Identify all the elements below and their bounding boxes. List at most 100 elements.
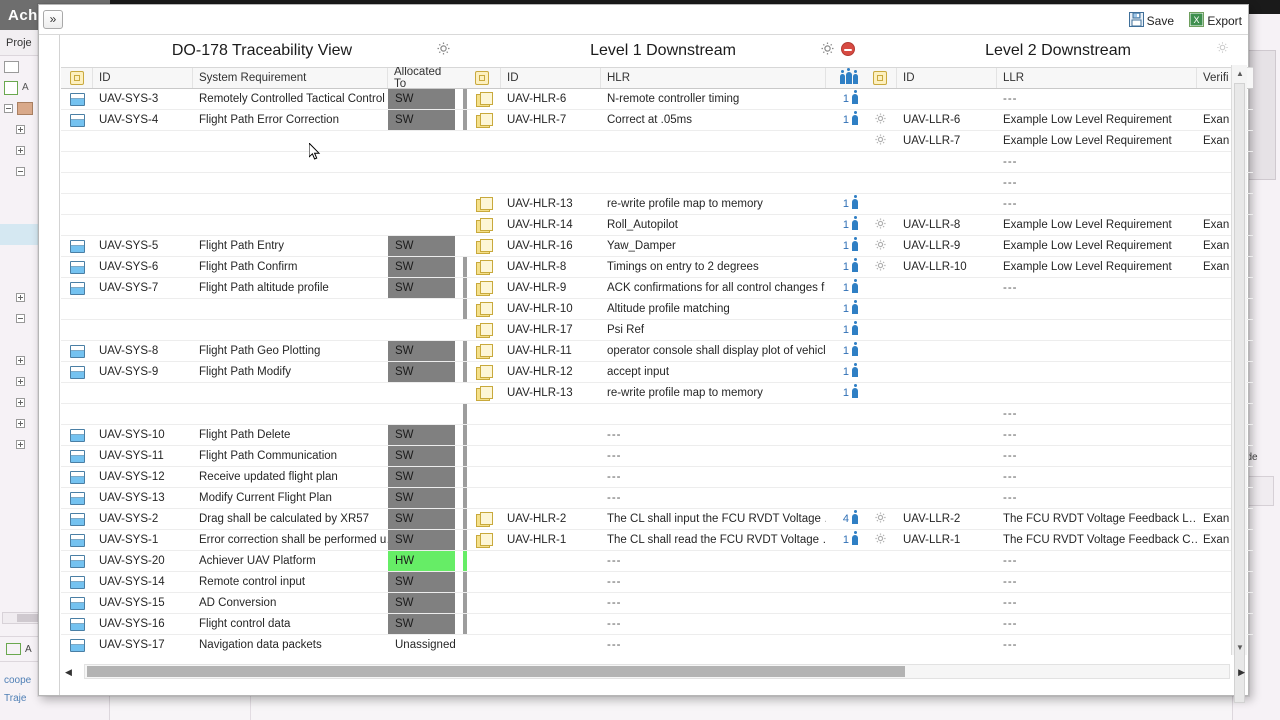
table-row[interactable]: --- <box>863 173 1253 194</box>
table-row[interactable]: UAV-HLR-11operator console shall display… <box>463 341 863 362</box>
remove-column-icon[interactable] <box>841 42 855 56</box>
table-row[interactable] <box>463 152 863 173</box>
export-button[interactable]: X Export <box>1189 11 1242 30</box>
table-row[interactable]: UAV-HLR-8Timings on entry to 2 degrees1 <box>463 257 863 278</box>
table-row[interactable]: UAV-SYS-9Flight Path ModifySW <box>61 362 463 383</box>
table-row[interactable] <box>863 383 1253 404</box>
table-row[interactable]: --- <box>863 89 1253 110</box>
table-row[interactable]: UAV-HLR-13re-write profile map to memory… <box>463 194 863 215</box>
table-row[interactable] <box>863 362 1253 383</box>
horizontal-scrollbar[interactable] <box>84 664 1230 679</box>
gear-icon[interactable] <box>1216 41 1231 56</box>
panel2-header-id[interactable]: ID <box>501 68 601 88</box>
table-row[interactable]: UAV-SYS-1Error correction shall be perfo… <box>61 530 463 551</box>
scroll-up-arrow-icon[interactable]: ▲ <box>1232 65 1248 81</box>
vertical-scrollbar-thumb[interactable] <box>1234 83 1245 703</box>
table-row[interactable]: UAV-SYS-12Receive updated flight planSW <box>61 467 463 488</box>
table-row[interactable]: UAV-LLR-2The FCU RVDT Voltage Feedback L… <box>863 509 1253 530</box>
expand-toggle-icon[interactable] <box>16 398 25 407</box>
table-row[interactable]: --- <box>463 551 863 572</box>
table-row[interactable]: UAV-HLR-12accept input1 <box>463 362 863 383</box>
table-row[interactable]: UAV-SYS-13Modify Current Flight PlanSW <box>61 488 463 509</box>
panel1-header-id[interactable]: ID <box>93 68 193 88</box>
collapse-panel-button[interactable]: » <box>43 10 63 29</box>
table-row[interactable]: UAV-HLR-16Yaw_Damper1 <box>463 236 863 257</box>
table-row[interactable]: --- <box>863 152 1253 173</box>
table-row[interactable] <box>61 194 463 215</box>
table-row[interactable]: UAV-SYS-10Flight Path DeleteSW <box>61 425 463 446</box>
table-row[interactable]: UAV-SYS-7Flight Path altitude profileSW <box>61 278 463 299</box>
table-row[interactable]: UAV-LLR-9Example Low Level RequirementEx… <box>863 236 1253 257</box>
expand-toggle-icon[interactable] <box>16 440 25 449</box>
table-row[interactable]: --- <box>463 425 863 446</box>
vertical-scrollbar[interactable]: ▲ ▼ <box>1231 65 1247 655</box>
expand-toggle-icon[interactable] <box>16 146 25 155</box>
bg-link-item[interactable]: coope <box>4 672 31 690</box>
table-row[interactable] <box>61 131 463 152</box>
table-row[interactable]: UAV-SYS-11Flight Path CommunicationSW <box>61 446 463 467</box>
table-row[interactable]: --- <box>863 488 1253 509</box>
table-row[interactable]: UAV-SYS-3Remotely Controlled Tactical Co… <box>61 89 463 110</box>
scroll-right-arrow-icon[interactable]: ▶ <box>1238 667 1245 678</box>
table-row[interactable]: UAV-LLR-8Example Low Level RequirementEx… <box>863 215 1253 236</box>
table-row[interactable]: UAV-SYS-5Flight Path EntrySW <box>61 236 463 257</box>
table-row[interactable]: --- <box>863 404 1253 425</box>
table-row[interactable]: --- <box>463 614 863 635</box>
table-row[interactable]: --- <box>463 635 863 655</box>
collapse-toggle-icon[interactable] <box>4 104 13 113</box>
table-row[interactable]: --- <box>863 593 1253 614</box>
table-row[interactable]: UAV-LLR-6Example Low Level RequirementEx… <box>863 110 1253 131</box>
table-row[interactable] <box>61 383 463 404</box>
table-row[interactable]: UAV-LLR-7Example Low Level RequirementEx… <box>863 131 1253 152</box>
table-row[interactable]: UAV-SYS-15AD ConversionSW <box>61 593 463 614</box>
table-row[interactable] <box>61 299 463 320</box>
save-button[interactable]: Save <box>1129 11 1174 30</box>
table-row[interactable] <box>61 320 463 341</box>
table-row[interactable]: UAV-HLR-10Altitude profile matching1 <box>463 299 863 320</box>
table-row[interactable]: --- <box>463 593 863 614</box>
table-row[interactable]: UAV-HLR-2The CL shall input the FCU RVDT… <box>463 509 863 530</box>
table-row[interactable]: UAV-HLR-14Roll_Autopilot1 <box>463 215 863 236</box>
table-row[interactable]: --- <box>863 614 1253 635</box>
table-row[interactable]: UAV-LLR-10Example Low Level RequirementE… <box>863 257 1253 278</box>
panel1-header-system-requirement[interactable]: System Requirement <box>193 68 388 88</box>
table-row[interactable] <box>61 404 463 425</box>
table-row[interactable]: UAV-SYS-16Flight control dataSW <box>61 614 463 635</box>
panel3-header-id[interactable]: ID <box>897 68 997 88</box>
table-row[interactable]: UAV-SYS-14Remote control inputSW <box>61 572 463 593</box>
table-row[interactable] <box>463 173 863 194</box>
table-row[interactable]: --- <box>863 425 1253 446</box>
table-row[interactable]: UAV-SYS-2Drag shall be calculated by XR5… <box>61 509 463 530</box>
panel2-header-hlr[interactable]: HLR <box>601 68 826 88</box>
panel3-header-llr[interactable]: LLR <box>997 68 1197 88</box>
table-row[interactable]: UAV-HLR-17Psi Ref1 <box>463 320 863 341</box>
table-row[interactable]: UAV-HLR-9ACK confirmations for all contr… <box>463 278 863 299</box>
table-row[interactable]: UAV-SYS-8Flight Path Geo PlottingSW <box>61 341 463 362</box>
table-row[interactable]: --- <box>863 572 1253 593</box>
table-row[interactable]: --- <box>863 446 1253 467</box>
collapse-toggle-icon[interactable] <box>16 314 25 323</box>
expand-toggle-icon[interactable] <box>16 293 25 302</box>
gear-icon[interactable] <box>820 41 835 56</box>
table-row[interactable] <box>863 299 1253 320</box>
table-row[interactable] <box>863 320 1253 341</box>
table-row[interactable] <box>61 173 463 194</box>
table-row[interactable]: --- <box>863 551 1253 572</box>
collapse-toggle-icon[interactable] <box>16 167 25 176</box>
table-row[interactable]: --- <box>463 446 863 467</box>
table-row[interactable]: UAV-SYS-20Achiever UAV PlatformHW <box>61 551 463 572</box>
table-row[interactable]: --- <box>463 488 863 509</box>
expand-toggle-icon[interactable] <box>16 377 25 386</box>
table-row[interactable]: UAV-SYS-17Navigation data packetsUnassig… <box>61 635 463 655</box>
table-row[interactable]: UAV-LLR-1The FCU RVDT Voltage Feedback C… <box>863 530 1253 551</box>
expand-toggle-icon[interactable] <box>16 356 25 365</box>
table-row[interactable] <box>463 404 863 425</box>
table-row[interactable] <box>463 131 863 152</box>
table-row[interactable]: UAV-HLR-1The CL shall read the FCU RVDT … <box>463 530 863 551</box>
bg-link-item[interactable]: Traje <box>4 690 31 708</box>
table-row[interactable]: --- <box>863 278 1253 299</box>
table-row[interactable]: UAV-HLR-7Correct at .05ms1 <box>463 110 863 131</box>
table-row[interactable]: UAV-HLR-6N-remote controller timing1 <box>463 89 863 110</box>
table-row[interactable]: --- <box>463 467 863 488</box>
table-row[interactable]: --- <box>863 635 1253 655</box>
